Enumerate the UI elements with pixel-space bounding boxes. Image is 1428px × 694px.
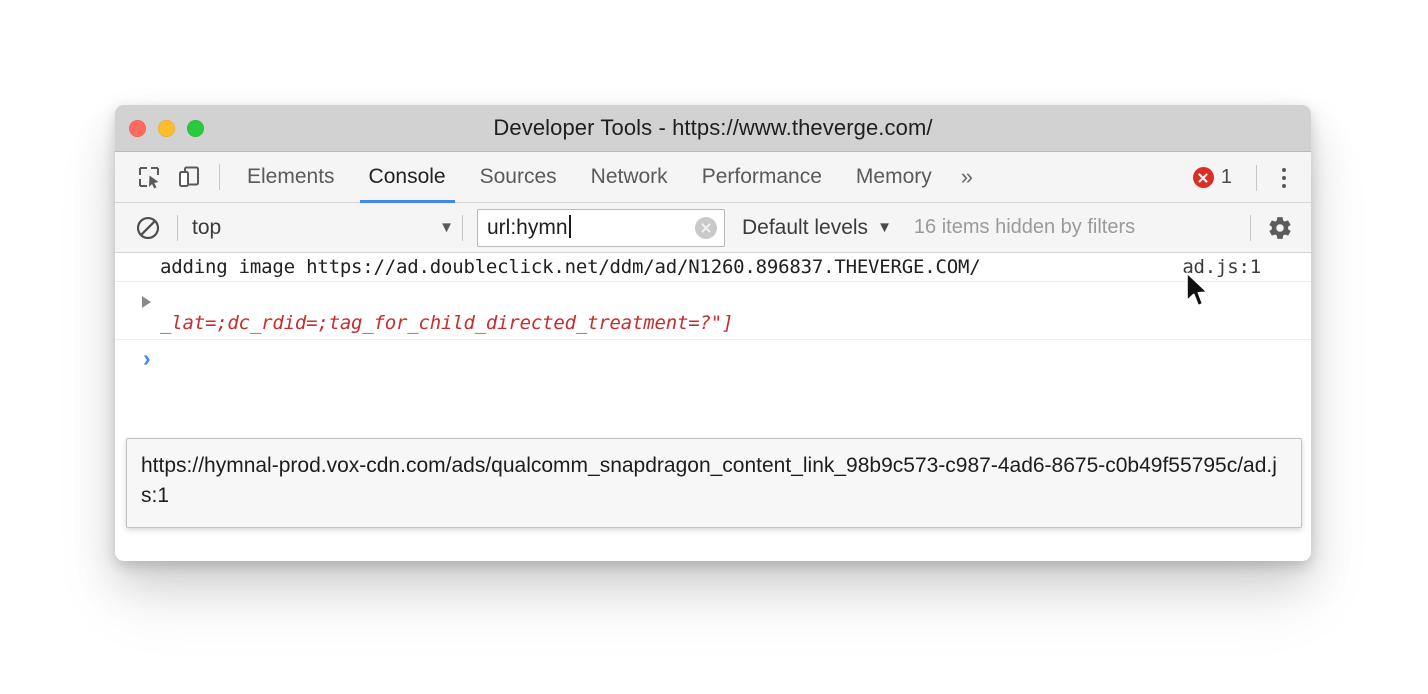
inspect-element-icon[interactable] [129, 157, 169, 197]
console-message-row[interactable]: _lat=;dc_rdid=;tag_for_child_directed_tr… [115, 282, 1311, 340]
console-message-list: adding image https://ad.doubleclick.net/… [115, 253, 1311, 560]
tabbar-right-controls: 1 [1192, 152, 1299, 203]
error-icon [1192, 167, 1214, 188]
console-message-source-link[interactable]: ad.js:1 [1182, 256, 1261, 278]
console-toolbar-divider [462, 214, 463, 241]
window-title: Developer Tools - https://www.theverge.c… [493, 115, 933, 140]
devtools-menu-icon[interactable] [1269, 161, 1299, 195]
kebab-dot [1282, 175, 1286, 180]
tabbar-divider [219, 164, 220, 190]
tab-network[interactable]: Network [574, 152, 685, 203]
console-prompt-row[interactable]: › [115, 340, 1311, 376]
execution-context-value: top [192, 215, 222, 239]
console-filter-input[interactable]: url:hymn [477, 208, 725, 247]
console-toolbar-right [1238, 203, 1297, 253]
more-tabs-icon[interactable]: » [949, 152, 985, 203]
devtools-window: Developer Tools - https://www.theverge.c… [115, 105, 1311, 561]
maximize-window-button[interactable] [187, 120, 204, 137]
chevron-down-icon: ▼ [439, 219, 454, 236]
url-tooltip-text: https://hymnal-prod.vox-cdn.com/ads/qual… [141, 454, 1277, 507]
console-toolbar: top ▼ url:hymn Default levels ▼ 16 items… [115, 203, 1311, 253]
console-error-line: _lat=;dc_rdid=;tag_for_child_directed_tr… [160, 312, 734, 334]
clear-console-icon[interactable] [131, 211, 165, 245]
error-status-badge[interactable]: 1 [1192, 166, 1244, 189]
chevron-down-icon: ▼ [877, 219, 892, 236]
tab-sources[interactable]: Sources [463, 152, 574, 203]
url-tooltip: https://hymnal-prod.vox-cdn.com/ads/qual… [126, 438, 1302, 528]
console-toolbar-divider [177, 214, 178, 241]
kebab-dot [1282, 183, 1286, 188]
console-prompt-icon: › [143, 344, 151, 371]
log-levels-selector[interactable]: Default levels ▼ [742, 216, 892, 240]
tab-elements[interactable]: Elements [230, 152, 352, 203]
tab-memory[interactable]: Memory [839, 152, 949, 203]
tabbar-right-divider [1256, 164, 1257, 191]
close-window-button[interactable] [129, 120, 146, 137]
error-count: 1 [1220, 166, 1232, 188]
tab-console[interactable]: Console [352, 152, 463, 203]
console-filter-value: url:hymn [487, 215, 571, 240]
expand-triangle-icon[interactable] [142, 296, 151, 308]
window-traffic-lights [129, 105, 204, 152]
text-caret [568, 215, 571, 238]
execution-context-selector[interactable]: top ▼ [192, 211, 462, 245]
kebab-dot [1282, 167, 1286, 172]
minimize-window-button[interactable] [158, 120, 175, 137]
console-toolbar-divider [1250, 215, 1251, 241]
window-titlebar: Developer Tools - https://www.theverge.c… [115, 105, 1311, 152]
devtools-tab-list: Elements Console Sources Network Perform… [230, 152, 985, 203]
screenshot-root: Developer Tools - https://www.theverge.c… [0, 0, 1428, 694]
console-message-row[interactable]: adding image https://ad.doubleclick.net/… [115, 253, 1311, 282]
devtools-tabbar: Elements Console Sources Network Perform… [115, 152, 1311, 203]
hidden-items-message: 16 items hidden by filters [913, 216, 1136, 238]
tab-performance[interactable]: Performance [685, 152, 839, 203]
device-toolbar-icon[interactable] [169, 157, 209, 197]
console-message-text: adding image https://ad.doubleclick.net/… [160, 256, 981, 278]
log-levels-label: Default levels [742, 215, 869, 239]
clear-filter-icon[interactable] [695, 216, 717, 239]
gear-icon[interactable] [1263, 211, 1297, 245]
